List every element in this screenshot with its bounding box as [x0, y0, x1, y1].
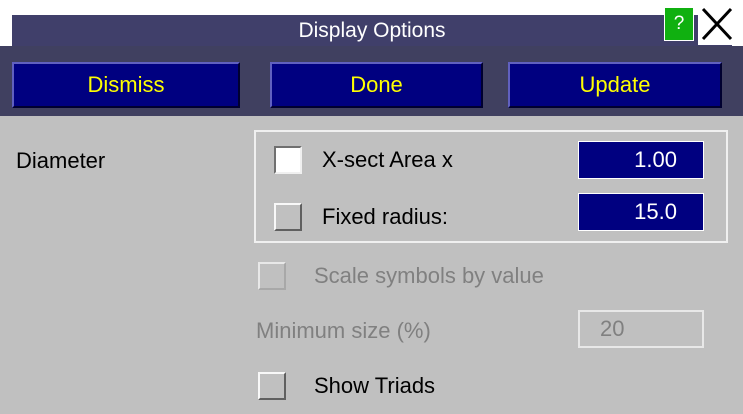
xsect-area-label: X-sect Area x — [322, 147, 453, 172]
diameter-label: Diameter — [16, 148, 106, 173]
close-button[interactable] — [698, 3, 736, 45]
dismiss-button[interactable]: Dismiss — [12, 62, 240, 108]
fixed-radius-value[interactable]: 15.0 — [578, 193, 704, 231]
done-button[interactable]: Done — [270, 62, 483, 108]
update-button[interactable]: Update — [508, 62, 722, 108]
scale-symbols-label: Scale symbols by value — [314, 263, 544, 288]
fixed-radius-checkbox[interactable] — [274, 203, 302, 231]
fixed-radius-label: Fixed radius: — [322, 204, 448, 229]
minimum-size-label: Minimum size (%) — [256, 318, 431, 343]
close-x-icon — [701, 7, 733, 41]
scale-symbols-checkbox[interactable] — [258, 262, 286, 290]
xsect-area-value[interactable]: 1.00 — [578, 141, 704, 179]
show-triads-label: Show Triads — [314, 373, 436, 398]
show-triads-checkbox[interactable] — [258, 372, 286, 400]
xsect-area-checkbox[interactable] — [274, 146, 302, 174]
window-title: Display Options — [12, 15, 732, 46]
minimum-size-input[interactable]: 20 — [578, 310, 704, 348]
help-button[interactable]: ? — [664, 7, 694, 41]
